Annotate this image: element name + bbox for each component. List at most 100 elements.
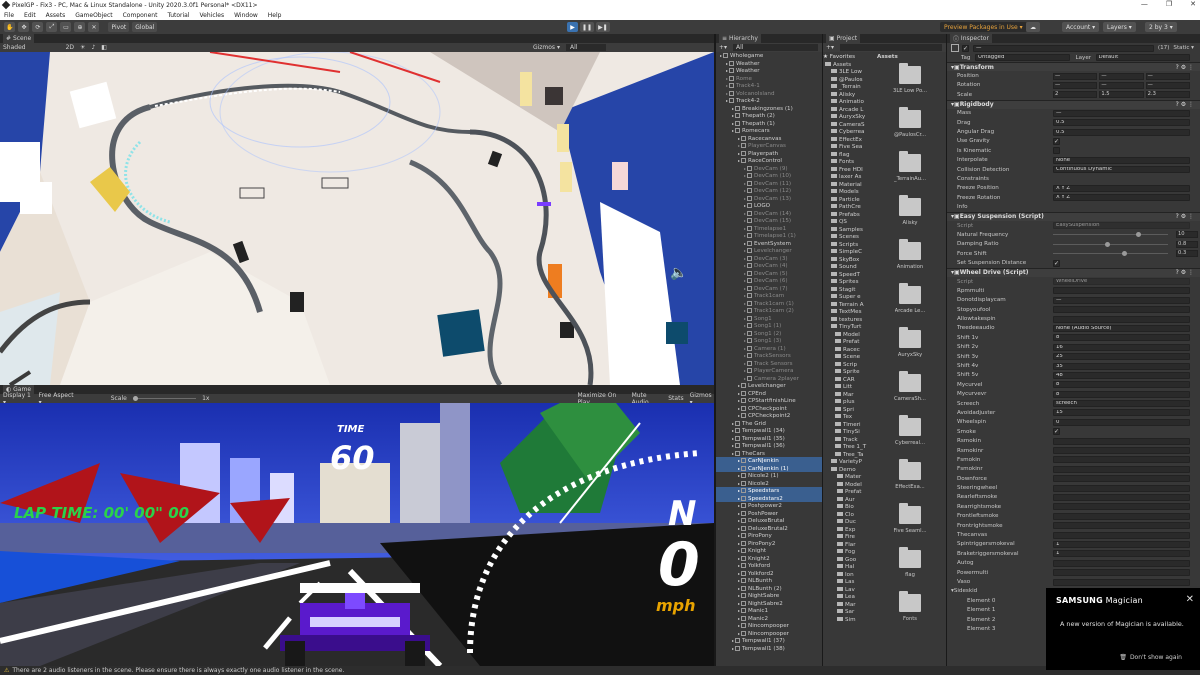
expand-arrow-icon[interactable]: ▸	[738, 623, 740, 628]
hierarchy-item[interactable]: ▸ CarNJenkin (1)	[716, 464, 822, 472]
custom-tool-icon[interactable]: ✕	[88, 22, 100, 32]
expand-arrow-icon[interactable]: ▸	[738, 503, 740, 508]
vector3-field[interactable]: — — —	[1053, 72, 1190, 80]
expand-arrow-icon[interactable]: ▸	[726, 61, 728, 66]
hierarchy-item[interactable]: ▸ Speedstars	[716, 487, 822, 495]
slider-track[interactable]	[1053, 234, 1168, 236]
expand-arrow-icon[interactable]: ▸	[738, 481, 740, 486]
project-folder-item[interactable]: flag	[823, 151, 873, 160]
hierarchy-item[interactable]: ▸ Nincompooper	[716, 622, 822, 630]
asset-folder-tile[interactable]: Five Seaml...	[874, 502, 946, 546]
project-folder-item[interactable]: Material	[823, 181, 873, 190]
hierarchy-item[interactable]: ▸ Playerpath	[716, 150, 822, 158]
hierarchy-item[interactable]: ▸ Weather	[716, 67, 822, 75]
vector-z-input[interactable]: —	[1145, 72, 1190, 80]
expand-arrow-icon[interactable]: ▸	[744, 166, 746, 171]
project-folder-item[interactable]: Five Sea	[823, 144, 873, 152]
value-field[interactable]	[1053, 475, 1190, 483]
vector-y-input[interactable]: 1.5	[1099, 91, 1144, 99]
expand-arrow-icon[interactable]: ▸	[744, 323, 746, 328]
hierarchy-item[interactable]: ▸ Timelapse1	[716, 225, 822, 233]
value-field[interactable]	[1053, 465, 1190, 473]
component-menu-icon[interactable]: ? ⚙ ⋮	[1176, 64, 1194, 71]
hierarchy-item[interactable]: ▸ Yolkford2	[716, 570, 822, 578]
scale-slider-knob[interactable]	[132, 396, 138, 401]
project-folder-item[interactable]: Models	[823, 189, 873, 197]
value-field[interactable]: 35	[1053, 362, 1190, 370]
project-folder-item[interactable]: SpeedT	[823, 271, 873, 280]
project-folder-item[interactable]: CameraS	[823, 121, 873, 130]
tab-scene[interactable]: # Scene	[3, 34, 35, 43]
project-folder-item[interactable]: Timeri	[823, 421, 873, 430]
expand-arrow-icon[interactable]: ▸	[744, 241, 746, 246]
slider-knob[interactable]	[1122, 251, 1127, 257]
slider-number-input[interactable]: 10	[1176, 231, 1198, 239]
project-folder-item[interactable]: SimpleC	[823, 249, 873, 257]
project-folder-item[interactable]: Litt	[823, 384, 873, 392]
project-folder-item[interactable]: Terrain A	[823, 301, 873, 310]
value-field[interactable]: X Y Z	[1053, 194, 1190, 202]
expand-arrow-icon[interactable]: ▸	[738, 383, 740, 388]
rotate-tool-icon[interactable]: ⟳	[32, 22, 44, 32]
expand-arrow-icon[interactable]: ▸	[744, 203, 746, 208]
hierarchy-item[interactable]: ▸ NLBunth (2)	[716, 585, 822, 593]
vector-z-input[interactable]: 2.3	[1145, 91, 1190, 99]
hierarchy-item[interactable]: ▸ DeluxeBrutal2	[716, 525, 822, 533]
expand-arrow-icon[interactable]: ▸	[732, 421, 734, 426]
component-menu-icon[interactable]: ? ⚙ ⋮	[1176, 213, 1194, 220]
hierarchy-item[interactable]: ▸ CPCheckpoint2	[716, 412, 822, 420]
expand-arrow-icon[interactable]: ▸	[744, 173, 746, 178]
value-field[interactable]: X Y Z	[1053, 184, 1190, 192]
hierarchy-item[interactable]: ▸ Track4-2	[716, 97, 822, 105]
expand-arrow-icon[interactable]: ▸	[744, 331, 746, 336]
static-dropdown[interactable]: Static ▾	[1173, 45, 1194, 51]
menu-tutorial[interactable]: Tutorial	[167, 12, 189, 19]
lighting-icon[interactable]: ☀	[80, 44, 85, 51]
expand-arrow-icon[interactable]: ▸	[738, 158, 740, 163]
hierarchy-item[interactable]: ▸ DevCam (15)	[716, 217, 822, 225]
expand-arrow-icon[interactable]: ▸	[732, 113, 734, 118]
expand-arrow-icon[interactable]: ▸	[738, 391, 740, 396]
hierarchy-item[interactable]: ▸ Tempwall1 (34)	[716, 427, 822, 435]
project-folder-item[interactable]: Free HDI	[823, 166, 873, 175]
project-folder-item[interactable]: Demo	[823, 466, 873, 475]
value-field[interactable]: 0	[1053, 418, 1190, 426]
status-bar[interactable]: ⚠ There are 2 audio listeners in the sce…	[0, 666, 1200, 675]
project-folder-item[interactable]: QS	[823, 219, 873, 227]
hierarchy-item[interactable]: ▸ DevCam (12)	[716, 187, 822, 195]
project-folder-item[interactable]: Sar	[823, 609, 873, 617]
hierarchy-item[interactable]: ▸ DevCam (14)	[716, 210, 822, 218]
expand-arrow-icon[interactable]: ▸	[738, 616, 740, 621]
project-folder-item[interactable]: TinySi	[823, 429, 873, 437]
hierarchy-item[interactable]: ▸ NightSabre	[716, 592, 822, 600]
value-field[interactable]	[1053, 522, 1190, 530]
value-field[interactable]	[1053, 569, 1190, 577]
expand-arrow-icon[interactable]: ▸	[738, 406, 740, 411]
hierarchy-item[interactable]: ▸ Track4-1	[716, 82, 822, 90]
project-folder-item[interactable]: TextMes	[823, 309, 873, 317]
maximize-button[interactable]: ❐	[1166, 0, 1172, 8]
expand-arrow-icon[interactable]: ▸	[744, 286, 746, 291]
expand-arrow-icon[interactable]: ▸	[738, 143, 740, 148]
menu-assets[interactable]: Assets	[46, 12, 66, 19]
hierarchy-item[interactable]: ▸ LOGO	[716, 202, 822, 210]
expand-arrow-icon[interactable]: ▸	[738, 563, 740, 568]
hierarchy-search-input[interactable]: All	[733, 44, 818, 51]
project-add-button[interactable]: +▾	[826, 44, 834, 51]
project-folder-item[interactable]: Sprites	[823, 279, 873, 287]
expand-arrow-icon[interactable]: ▸	[744, 196, 746, 201]
scale-slider[interactable]	[132, 396, 197, 401]
hierarchy-item[interactable]: ▸ Song1	[716, 315, 822, 323]
project-folder-item[interactable]: Sim	[823, 616, 873, 625]
pivot-toggle[interactable]: Pivot	[108, 22, 130, 32]
expand-arrow-icon[interactable]: ▸	[738, 526, 740, 531]
project-folder-item[interactable]: Scene	[823, 354, 873, 362]
project-folder-item[interactable]: Fire	[823, 534, 873, 542]
hierarchy-item[interactable]: ▸ Track1cam (1)	[716, 300, 822, 308]
project-folder-item[interactable]: Duc	[823, 519, 873, 527]
hierarchy-item[interactable]: ▸ DevCam (6)	[716, 277, 822, 285]
transform-tool-icon[interactable]: ⊕	[74, 22, 86, 32]
rect-tool-icon[interactable]: ▭	[60, 22, 72, 32]
hierarchy-item[interactable]: ▸ CPEnd	[716, 390, 822, 398]
expand-arrow-icon[interactable]: ▸	[732, 428, 734, 433]
